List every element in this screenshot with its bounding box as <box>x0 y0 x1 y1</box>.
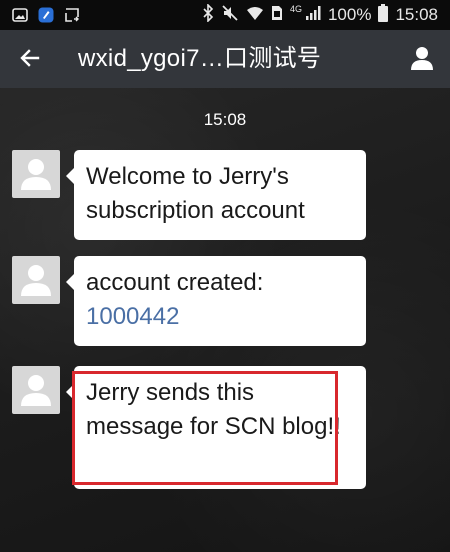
battery-icon <box>378 3 389 27</box>
cast-icon <box>64 7 80 23</box>
sender-avatar[interactable] <box>12 256 60 304</box>
message-text: Jerry sends this message for SCN blog!! <box>86 379 341 440</box>
battery-percent: 100% <box>327 5 372 24</box>
notification-icons <box>12 5 80 25</box>
signal-icon <box>305 5 321 26</box>
chat-info-button[interactable] <box>402 40 442 80</box>
default-avatar-icon <box>21 265 51 296</box>
system-status-icons: 4G 100% 15:08 <box>202 2 438 27</box>
message-text: account created: <box>86 269 264 296</box>
message-bubble[interactable]: Jerry sends this message for SCN blog!! <box>66 366 366 489</box>
gallery-icon <box>12 7 28 23</box>
network-type: 4G <box>289 4 302 14</box>
bluetooth-icon <box>202 2 214 27</box>
chat-title: wxid_ygoi7…口测试号 <box>78 45 322 72</box>
chat-header: wxid_ygoi7…口测试号 <box>0 30 450 88</box>
message-text: Welcome to Jerry's subscription account <box>86 163 305 224</box>
sender-avatar[interactable] <box>12 150 60 198</box>
sender-avatar[interactable] <box>12 366 60 414</box>
clock: 15:08 <box>395 5 438 24</box>
wifi-icon <box>246 5 264 26</box>
wechat-chat-screen: 4G 100% 15:08 wxid_ygoi7…口测试号 15:08 Welc… <box>0 0 450 552</box>
back-button[interactable] <box>10 40 50 80</box>
message-bubble[interactable]: Welcome to Jerry's subscription account <box>66 150 366 240</box>
sim-icon <box>271 5 283 26</box>
message-bubble[interactable]: account created: 1000442 <box>66 256 366 346</box>
person-icon <box>409 45 435 76</box>
status-bar: 4G 100% 15:08 <box>0 0 450 30</box>
message-list[interactable]: 15:08 Welcome to Jerry's subscription ac… <box>0 88 450 552</box>
mute-icon <box>221 4 239 27</box>
default-avatar-icon <box>21 375 51 406</box>
account-id-link[interactable]: 1000442 <box>86 303 179 330</box>
default-avatar-icon <box>21 159 51 190</box>
arrow-left-icon <box>18 46 42 75</box>
app-notification-icon <box>38 7 54 23</box>
message-timestamp: 15:08 <box>203 110 247 129</box>
